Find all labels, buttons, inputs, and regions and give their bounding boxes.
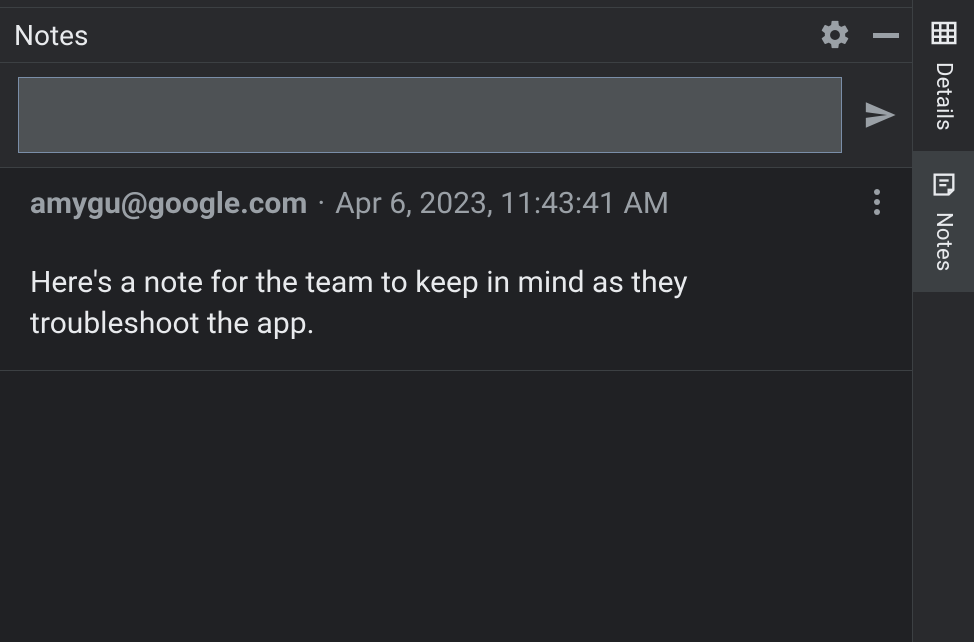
header-icons [818, 18, 900, 52]
tab-notes-label: Notes [931, 212, 956, 271]
tab-details-label: Details [931, 62, 956, 131]
note-icon [930, 170, 958, 202]
note-meta: amygu@google.com · Apr 6, 2023, 11:43:41… [30, 186, 892, 221]
sidebar: Details Notes [912, 0, 974, 642]
tab-details[interactable]: Details [913, 0, 974, 152]
minimize-icon[interactable] [872, 21, 900, 49]
note-separator: · [317, 186, 325, 221]
note-author: amygu@google.com [30, 186, 307, 221]
panel-header: Notes [0, 8, 912, 63]
notes-panel-app: Notes amygu@googl [0, 0, 974, 642]
main-column: Notes amygu@googl [0, 0, 912, 642]
compose-input[interactable] [18, 77, 842, 153]
gear-icon[interactable] [818, 18, 852, 52]
table-icon [929, 18, 959, 52]
compose-row [0, 63, 912, 168]
panel-title: Notes [14, 19, 818, 52]
note-entry: amygu@google.com · Apr 6, 2023, 11:43:41… [0, 168, 912, 371]
more-vert-icon[interactable] [872, 187, 882, 221]
note-body: Here's a note for the team to keep in mi… [30, 263, 790, 344]
send-icon[interactable] [860, 98, 900, 132]
topbar-strip [0, 0, 912, 8]
note-timestamp: Apr 6, 2023, 11:43:41 AM [335, 186, 669, 221]
tab-notes[interactable]: Notes [913, 152, 974, 292]
